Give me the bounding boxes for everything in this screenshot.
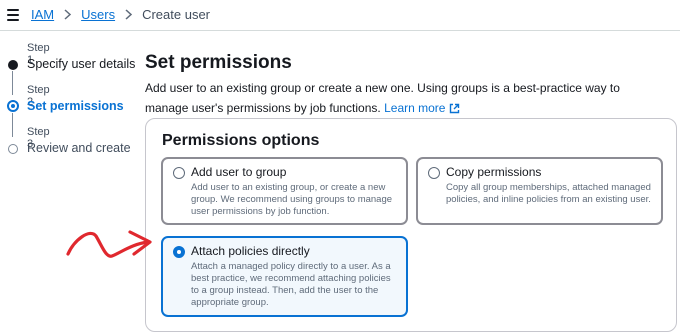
radio-button[interactable] — [428, 167, 440, 179]
step-connector — [12, 113, 13, 137]
option-attach-policies-directly[interactable]: Attach policies directly Attach a manage… — [161, 236, 408, 317]
step-label: Review and create — [27, 141, 131, 155]
chevron-right-icon — [63, 9, 72, 20]
radio-button-selected[interactable] — [173, 246, 185, 258]
breadcrumb: IAM Users Create user — [31, 7, 210, 22]
step-label: Set permissions — [27, 99, 124, 113]
option-title: Attach policies directly — [191, 244, 310, 258]
learn-more-link[interactable]: Learn more — [384, 101, 460, 115]
external-link-icon — [450, 103, 460, 114]
breadcrumb-users[interactable]: Users — [81, 7, 115, 22]
option-title: Add user to group — [191, 165, 287, 179]
step-done-indicator — [8, 60, 18, 70]
breadcrumb-current: Create user — [142, 7, 210, 22]
hamburger-menu-icon[interactable] — [7, 9, 19, 21]
learn-more-label: Learn more — [384, 101, 446, 115]
page-title: Set permissions — [145, 52, 292, 73]
step-current-indicator — [7, 100, 19, 112]
option-copy-permissions[interactable]: Copy permissions Copy all group membersh… — [416, 157, 663, 225]
step-connector — [12, 71, 13, 95]
permissions-options-container: Permissions options Add user to group Ad… — [145, 118, 677, 332]
option-title: Copy permissions — [446, 165, 542, 179]
description-text: Add user to an existing group or create … — [145, 81, 620, 115]
top-bar: IAM Users Create user — [0, 0, 680, 31]
page-description: Add user to an existing group or create … — [145, 78, 665, 118]
red-arrow-annotation — [66, 230, 152, 258]
option-description: Copy all group memberships, attached man… — [446, 182, 651, 205]
permissions-options-title: Permissions options — [162, 132, 320, 149]
option-description: Attach a managed policy directly to a us… — [191, 261, 391, 308]
breadcrumb-iam[interactable]: IAM — [31, 7, 54, 22]
step-future-indicator — [8, 144, 18, 154]
step-label: Specify user details — [27, 57, 136, 71]
option-description: Add user to an existing group, or create… — [191, 182, 393, 217]
radio-button[interactable] — [173, 167, 185, 179]
option-add-user-to-group[interactable]: Add user to group Add user to an existin… — [161, 157, 408, 225]
chevron-right-icon — [124, 9, 133, 20]
